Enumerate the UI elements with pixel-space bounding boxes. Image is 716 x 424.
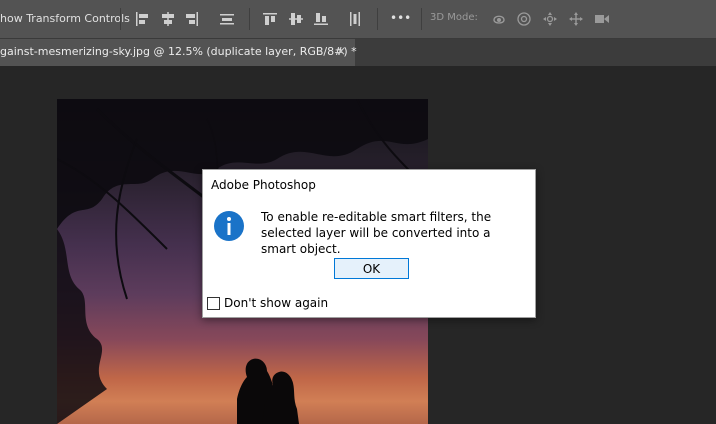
3d-slide-icon[interactable] xyxy=(568,11,584,27)
show-transform-controls-label[interactable]: how Transform Controls xyxy=(0,12,130,25)
toolbar-divider xyxy=(120,8,121,30)
toolbar-divider xyxy=(249,8,250,30)
dont-show-again-label[interactable]: Don't show again xyxy=(224,296,328,310)
dont-show-again-checkbox[interactable] xyxy=(207,297,220,310)
info-icon xyxy=(213,210,245,242)
document-tab-bar: gainst-mesmerizing-sky.jpg @ 12.5% (dupl… xyxy=(0,39,716,66)
3d-mode-label: 3D Mode: xyxy=(430,12,478,23)
ok-button[interactable]: OK xyxy=(334,258,409,279)
distribute-vertical-icon[interactable] xyxy=(219,11,235,27)
smart-object-dialog: Adobe Photoshop To enable re-editable sm… xyxy=(202,169,536,318)
3d-scale-camera-icon[interactable] xyxy=(594,11,610,27)
close-tab-icon[interactable]: × xyxy=(336,44,346,58)
document-tab[interactable]: gainst-mesmerizing-sky.jpg @ 12.5% (dupl… xyxy=(0,39,357,66)
align-top-edges-icon[interactable] xyxy=(262,11,278,27)
more-options-icon[interactable]: ••• xyxy=(390,11,411,25)
toolbar-divider xyxy=(421,8,422,30)
3d-roll-icon[interactable] xyxy=(516,11,532,27)
align-right-edges-icon[interactable] xyxy=(184,11,200,27)
3d-orbit-icon[interactable] xyxy=(491,11,507,27)
align-left-edges-icon[interactable] xyxy=(134,11,150,27)
align-bottom-edges-icon[interactable] xyxy=(313,11,329,27)
align-vertical-centers-icon[interactable] xyxy=(288,11,304,27)
3d-pan-icon[interactable] xyxy=(542,11,558,27)
dialog-title: Adobe Photoshop xyxy=(211,178,316,192)
options-bar: how Transform Controls ••• 3D Mode: xyxy=(0,0,716,39)
dialog-message: To enable re-editable smart filters, the… xyxy=(261,210,492,256)
align-horizontal-centers-icon[interactable] xyxy=(160,11,176,27)
document-tab-title[interactable]: gainst-mesmerizing-sky.jpg @ 12.5% (dupl… xyxy=(0,45,357,58)
distribute-horizontal-icon[interactable] xyxy=(347,11,363,27)
toolbar-divider xyxy=(377,8,378,30)
